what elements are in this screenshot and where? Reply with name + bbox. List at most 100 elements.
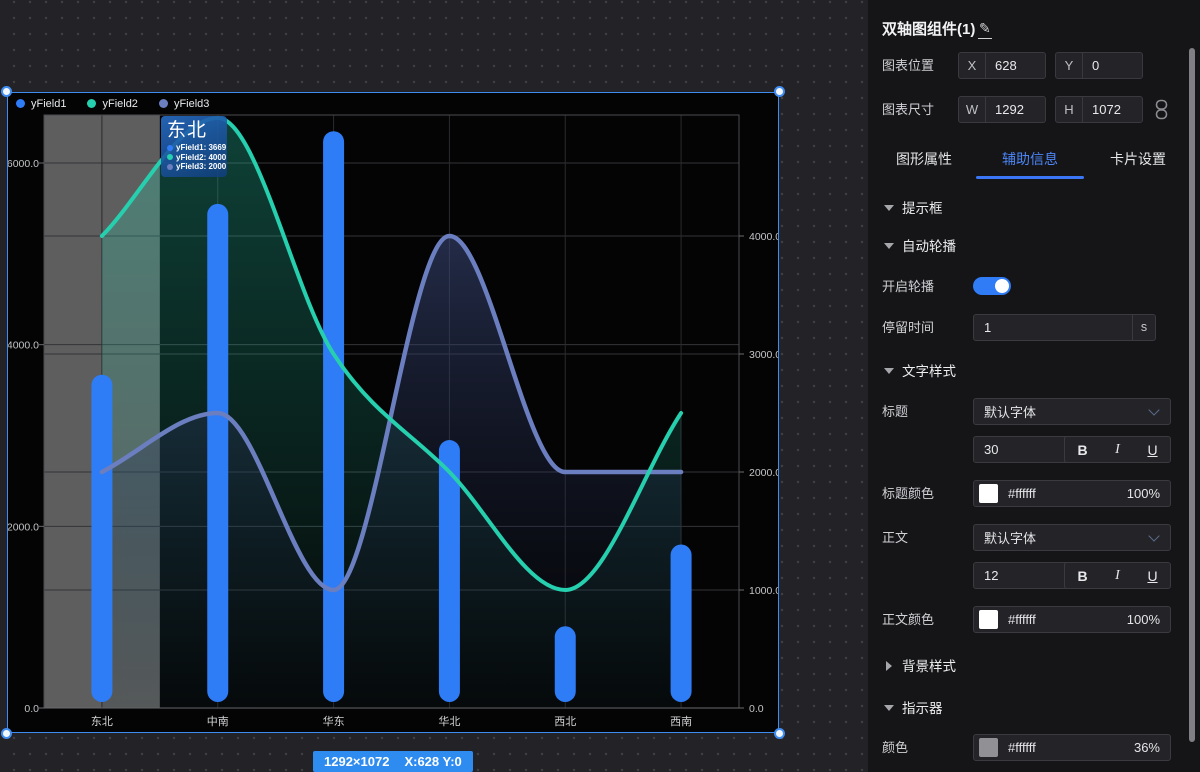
bold-button[interactable]: B: [1073, 442, 1093, 458]
component-title: 双轴图组件(1): [882, 16, 975, 44]
bar-中南[interactable]: [207, 204, 228, 702]
bold-button[interactable]: B: [1073, 568, 1093, 584]
bar-西北[interactable]: [555, 626, 576, 702]
h-value[interactable]: 1072: [1083, 102, 1142, 117]
bar-东北[interactable]: [91, 375, 112, 702]
tab-graphic-properties[interactable]: 图形属性: [870, 146, 978, 172]
section-carousel[interactable]: 自动轮播: [868, 237, 1200, 257]
axis-tick-label: 2000.0: [8, 521, 39, 533]
color-swatch[interactable]: [979, 610, 998, 629]
y-value[interactable]: 0: [1083, 58, 1142, 73]
axis-tick-label: 4000.0: [749, 231, 778, 243]
underline-button[interactable]: U: [1143, 442, 1163, 458]
edit-pencil-icon[interactable]: ✎: [978, 19, 992, 39]
x-value[interactable]: 628: [986, 58, 1045, 73]
underline-button[interactable]: U: [1143, 568, 1163, 584]
expand-arrow-icon: [886, 661, 892, 671]
badge-position: X:628 Y:0: [404, 754, 461, 769]
h-prefix: H: [1056, 97, 1083, 122]
title-font-select[interactable]: 默认字体: [973, 398, 1171, 425]
collapse-arrow-icon: [884, 705, 894, 711]
y-prefix: Y: [1056, 53, 1083, 78]
bar-华东[interactable]: [323, 131, 344, 702]
toggle-knob: [995, 279, 1009, 293]
legend-label: yField3: [174, 98, 209, 110]
axis-tick-label: 3000.0: [749, 349, 778, 361]
tooltip-title: 东北: [167, 118, 221, 143]
bar-西南[interactable]: [671, 545, 692, 703]
properties-panel: 双轴图组件(1) ✎ 图表位置 X 628 Y 0 图表尺寸 W 1292 H …: [868, 0, 1200, 772]
x-category-label: 西南: [670, 715, 692, 728]
w-prefix: W: [959, 97, 986, 122]
size-w-field[interactable]: W 1292: [958, 96, 1046, 123]
indicator-color-picker[interactable]: #ffffff 36%: [973, 734, 1171, 761]
color-swatch[interactable]: [979, 738, 998, 757]
active-tab-underline: [976, 176, 1084, 179]
dwell-unit: s: [1132, 315, 1155, 340]
dual-axis-chart-component[interactable]: 0.02000.04000.06000.00.01000.02000.03000…: [7, 92, 779, 733]
carousel-enable-label: 开启轮播: [882, 277, 934, 296]
indicator-color-label: 颜色: [882, 734, 908, 761]
series-dot-icon: [167, 154, 173, 160]
body-color-label: 正文颜色: [882, 606, 934, 633]
axis-tick-label: 2000.0: [749, 467, 778, 479]
section-indicator[interactable]: 指示器: [868, 699, 1200, 719]
tooltip-row: yField1: 3669: [167, 143, 221, 153]
axis-tick-label: 1000.0: [749, 585, 778, 597]
legend-item-yField1[interactable]: yField1: [16, 95, 66, 112]
size-h-field[interactable]: H 1072: [1055, 96, 1143, 123]
resize-handle-top-left[interactable]: [1, 86, 12, 97]
body-color-picker[interactable]: #ffffff 100%: [973, 606, 1171, 633]
panel-tabs: 图形属性 辅助信息 卡片设置: [868, 146, 1200, 180]
panel-scrollbar[interactable]: [1189, 48, 1195, 742]
chart-tooltip: 东北 yField1: 3669yField2: 4000yField3: 20…: [161, 116, 227, 177]
legend-item-yField2[interactable]: yField2: [87, 95, 137, 112]
carousel-toggle[interactable]: [973, 277, 1011, 295]
x-prefix: X: [959, 53, 986, 78]
legend-dot-icon: [87, 99, 96, 108]
axis-tick-label: 4000.0: [8, 340, 39, 352]
chart-position-label: 图表位置: [882, 52, 934, 79]
tab-auxiliary-info[interactable]: 辅助信息: [976, 146, 1084, 172]
color-swatch[interactable]: [979, 484, 998, 503]
tooltip-value: yField3: 2000: [176, 162, 226, 172]
series-dot-icon: [167, 164, 173, 170]
position-y-field[interactable]: Y 0: [1055, 52, 1143, 79]
legend-item-yField3[interactable]: yField3: [159, 95, 209, 112]
tooltip-row: yField3: 2000: [167, 162, 221, 172]
resize-handle-bottom-right[interactable]: [774, 728, 785, 739]
x-category-label: 西北: [554, 715, 576, 728]
aspect-ratio-link-icon[interactable]: [1155, 99, 1168, 125]
title-font-label: 标题: [882, 398, 908, 425]
title-color-picker[interactable]: #ffffff 100%: [973, 480, 1171, 507]
title-color-label: 标题颜色: [882, 480, 934, 507]
chart-legend: yField1 yField2 yField3: [16, 95, 209, 112]
series-dot-icon: [167, 145, 173, 151]
resize-handle-top-right[interactable]: [774, 86, 785, 97]
resize-handle-bottom-left[interactable]: [1, 728, 12, 739]
legend-dot-icon: [16, 99, 25, 108]
axis-tick-label: 6000.0: [8, 158, 39, 170]
legend-label: yField2: [102, 98, 137, 110]
chevron-down-icon: [1148, 404, 1159, 415]
section-text-style[interactable]: 文字样式: [868, 362, 1200, 382]
collapse-arrow-icon: [884, 368, 894, 374]
body-font-select[interactable]: 默认字体: [973, 524, 1171, 551]
italic-button[interactable]: I: [1108, 442, 1128, 458]
collapse-arrow-icon: [884, 205, 894, 211]
tooltip-value: yField1: 3669: [176, 143, 226, 153]
body-style-buttons: B I U: [1064, 562, 1171, 589]
italic-button[interactable]: I: [1108, 568, 1128, 584]
x-category-label: 华东: [323, 714, 345, 728]
dwell-time-input[interactable]: 1 s: [973, 314, 1156, 341]
section-tooltip[interactable]: 提示框: [868, 199, 1200, 219]
position-x-field[interactable]: X 628: [958, 52, 1046, 79]
size-position-badge: 1292×1072 X:628 Y:0: [313, 751, 473, 772]
tab-card-settings[interactable]: 卡片设置: [1084, 146, 1192, 172]
section-background[interactable]: 背景样式: [868, 657, 1200, 677]
body-font-label: 正文: [882, 524, 908, 551]
collapse-arrow-icon: [884, 243, 894, 249]
tooltip-row: yField2: 4000: [167, 153, 221, 163]
x-category-label: 东北: [91, 715, 113, 728]
w-value[interactable]: 1292: [986, 102, 1045, 117]
